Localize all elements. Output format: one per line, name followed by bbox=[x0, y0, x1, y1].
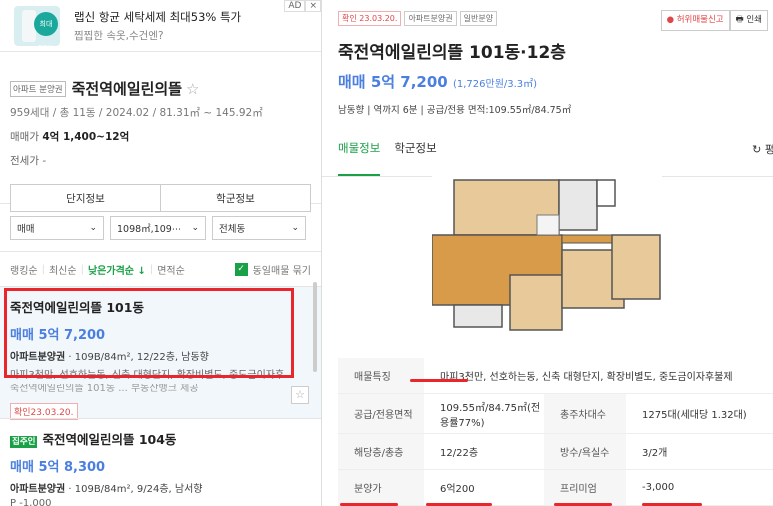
ad-label: AD bbox=[284, 0, 306, 12]
ad-banner[interactable]: 최대53% 랩신 항균 세탁세제 최대53% 특가 찝찝한 속옷,수건엔? AD… bbox=[0, 0, 321, 52]
sort-latest[interactable]: 최신순 bbox=[49, 262, 77, 277]
chevron-down-icon: ⌄ bbox=[191, 223, 199, 233]
table-row: 해당층/총층 12/22층 방수/욕실수 3/2개 bbox=[338, 434, 773, 470]
dong-select[interactable]: 전체동 ⌄ bbox=[212, 216, 306, 240]
floor-key: 해당층/총층 bbox=[338, 434, 424, 469]
detail-tabs: 매물정보 학군정보 ↻ 평 bbox=[322, 116, 773, 177]
table-row: 매물특징 마피3천만, 선호하는동, 신축 대형단지, 확장비별도, 중도금이자… bbox=[338, 358, 773, 394]
floor-value: 12/22층 bbox=[440, 448, 479, 459]
ad-subtitle: 찝찝한 속옷,수건엔? bbox=[74, 29, 164, 42]
presale-price-value: 6억200 bbox=[440, 484, 475, 495]
feature-value: 마피3천만, 선호하는동, 신축 대형단지, 확장비별도, 중도금이자후불제 bbox=[440, 372, 733, 383]
sort-area[interactable]: 면적순 bbox=[157, 262, 185, 277]
listing-type: 아파트분양권 bbox=[10, 484, 66, 495]
report-button[interactable]: ● 허위매물신고 bbox=[660, 10, 730, 31]
ad-badge: 최대53% bbox=[34, 11, 58, 46]
complex-summary: 아파트 분양권 죽전역에일린의뜰 ☆ 959세대 / 총 11동 / 2024.… bbox=[0, 52, 321, 212]
highlight-box bbox=[4, 288, 294, 378]
chevron-down-icon: ⌄ bbox=[89, 223, 97, 233]
table-row: 분양가 6억200 프리미엄 -3,000 bbox=[338, 470, 773, 506]
tab-school-info[interactable]: 학군정보 bbox=[394, 134, 436, 176]
highlight-underline bbox=[410, 379, 468, 382]
parking-value: 1275대(세대당 1.32대) bbox=[642, 410, 747, 421]
detail-actions: ● 허위매물신고 🖶 인쇄 bbox=[660, 10, 768, 31]
complex-name: 죽전역에일린의뜰 bbox=[71, 80, 183, 98]
presale-price-key: 분양가 bbox=[338, 470, 424, 505]
sale-price-row: 매매가 4억 1,400~12억 bbox=[10, 129, 311, 144]
detail-title: 죽전역에일린의뜰 101동·12층 bbox=[338, 43, 566, 63]
ad-title[interactable]: 랩신 항균 세탁세제 최대53% 특가 bbox=[74, 9, 241, 25]
listing-detail-table: 매물특징 마피3천만, 선호하는동, 신축 대형단지, 확장비별도, 중도금이자… bbox=[338, 358, 773, 506]
favorite-star-icon[interactable]: ☆ bbox=[291, 386, 309, 404]
premium-key: 프리미엄 bbox=[544, 470, 626, 505]
jeonse-price-row: 전세가 - bbox=[10, 153, 311, 168]
listing-panel: 최대53% 랩신 항균 세탁세제 최대53% 특가 찝찝한 속옷,수건엔? AD… bbox=[0, 0, 322, 506]
area-value: 1098㎡,109⋯ bbox=[117, 224, 182, 235]
rooms-key: 방수/욕실수 bbox=[544, 434, 626, 469]
school-info-button[interactable]: 학군정보 bbox=[161, 184, 311, 212]
listing-spec: · 109B/84m², 9/24층, 남서향 bbox=[65, 484, 203, 495]
sale-price-value: 4억 1,400~12억 bbox=[42, 131, 130, 143]
parking-key: 총주차대수 bbox=[544, 394, 626, 433]
detail-meta: 남동향 | 역까지 6분 | 공급/전용 면적:109.55㎡/84.75㎡ bbox=[338, 105, 572, 116]
detail-panel: 확인 23.03.20. 아파트분양권 일반분양 ● 허위매물신고 🖶 인쇄 죽… bbox=[322, 0, 773, 506]
ad-image: 최대53% bbox=[14, 5, 60, 46]
supply-tag: 일반분양 bbox=[459, 11, 498, 26]
detail-price-value: 매매 5억 7,200 bbox=[338, 73, 448, 91]
jeonse-price-label: 전세가 bbox=[10, 155, 39, 167]
list-item[interactable]: 집주인 죽전역에일린의뜰 104동 매매 5억 8,300 아파트분양권 · 10… bbox=[0, 418, 321, 506]
group-same-listings-label: 동일매물 묶기 bbox=[252, 265, 311, 277]
complex-info-button[interactable]: 단지정보 bbox=[10, 184, 161, 212]
feature-key: 매물특징 bbox=[338, 358, 424, 393]
scrollbar[interactable] bbox=[313, 282, 317, 372]
area-value: 109.55㎡/84.75㎡(전용률77%) bbox=[440, 402, 541, 429]
listing-info: 아파트분양권 · 109B/84m², 9/24층, 남서향 bbox=[10, 480, 311, 495]
favorite-star-icon[interactable]: ☆ bbox=[186, 80, 199, 98]
floor-plan-image[interactable] bbox=[432, 175, 662, 335]
sale-price-label: 매매가 bbox=[10, 131, 39, 143]
jeonse-price-value: - bbox=[42, 155, 47, 167]
listing-name: 집주인 죽전역에일린의뜰 104동 bbox=[10, 429, 311, 448]
ad-close-icon[interactable]: × bbox=[305, 0, 321, 12]
area-select[interactable]: 1098㎡,109⋯ ⌄ bbox=[110, 216, 206, 240]
sort-low-price[interactable]: 낮은가격순 ↓ bbox=[88, 262, 146, 277]
trade-type-value: 매매 bbox=[17, 224, 35, 235]
type-tag: 아파트분양권 bbox=[404, 11, 457, 26]
tab-listing-info[interactable]: 매물정보 bbox=[338, 134, 381, 176]
check-icon: ✓ bbox=[234, 262, 248, 276]
complex-meta: 959세대 / 총 11동 / 2024.02 / 81.31㎡ ~ 145.9… bbox=[10, 107, 263, 119]
listing-name-text: 죽전역에일린의뜰 104동 bbox=[42, 432, 177, 447]
detail-price-unit: (1,726만원/3.3㎡) bbox=[452, 79, 538, 90]
dong-value: 전체동 bbox=[219, 224, 246, 235]
print-button[interactable]: 🖶 인쇄 bbox=[729, 10, 768, 31]
rooms-value: 3/2개 bbox=[642, 448, 668, 459]
chevron-down-icon: ⌄ bbox=[291, 223, 299, 233]
trade-type-select[interactable]: 매매 ⌄ bbox=[10, 216, 104, 240]
table-row: 공급/전용면적 109.55㎡/84.75㎡(전용률77%) 총주차대수 127… bbox=[338, 394, 773, 434]
listing-provider: 죽전역에일린의뜰 101동 ... 부동산뱅크 제공 bbox=[10, 384, 199, 393]
refresh-button[interactable]: ↻ 평 bbox=[752, 141, 773, 157]
sort-bar: 랭킹순 | 최신순 | 낮은가격순 ↓ | 면적순 ✓ 동일매물 묶기 bbox=[10, 262, 311, 277]
area-key: 공급/전용면적 bbox=[338, 394, 424, 433]
group-same-listings-checkbox[interactable]: ✓ 동일매물 묶기 bbox=[234, 262, 311, 277]
listing-price: 매매 5억 8,300 bbox=[10, 460, 106, 475]
detail-price: 매매 5억 7,200 (1,726만원/3.3㎡) bbox=[322, 63, 773, 92]
listing-description: P -1,000 bbox=[10, 498, 52, 506]
owner-badge: 집주인 bbox=[10, 436, 38, 448]
premium-value: -3,000 bbox=[642, 482, 675, 493]
confirm-tag: 확인 23.03.20. bbox=[338, 11, 402, 26]
complex-type-tag: 아파트 분양권 bbox=[10, 80, 66, 97]
sort-ranking[interactable]: 랭킹순 bbox=[10, 262, 38, 277]
